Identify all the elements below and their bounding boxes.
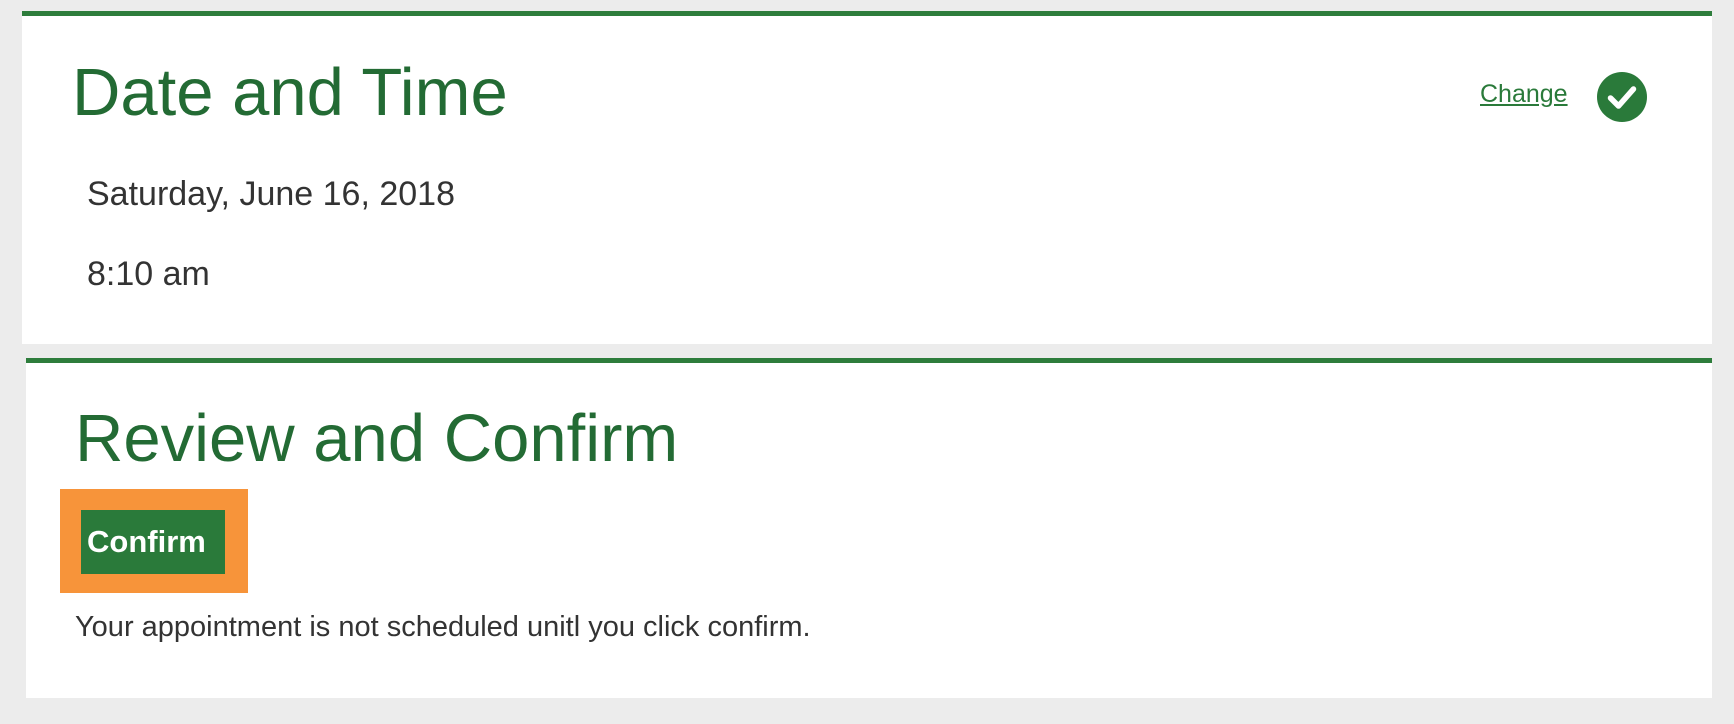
checkmark-circle-icon <box>1597 72 1647 122</box>
appointment-date: Saturday, June 16, 2018 <box>87 175 455 213</box>
review-confirm-heading: Review and Confirm <box>75 401 679 476</box>
review-confirm-card: Review and Confirm Confirm Your appointm… <box>26 358 1712 698</box>
confirm-button[interactable]: Confirm <box>81 510 225 574</box>
appointment-time: 8:10 am <box>87 255 210 293</box>
date-time-card: Date and Time Change Saturday, June 16, … <box>22 11 1712 344</box>
confirm-notice: Your appointment is not scheduled unitl … <box>75 611 811 643</box>
change-link[interactable]: Change <box>1480 82 1568 107</box>
date-time-heading: Date and Time <box>72 55 508 130</box>
